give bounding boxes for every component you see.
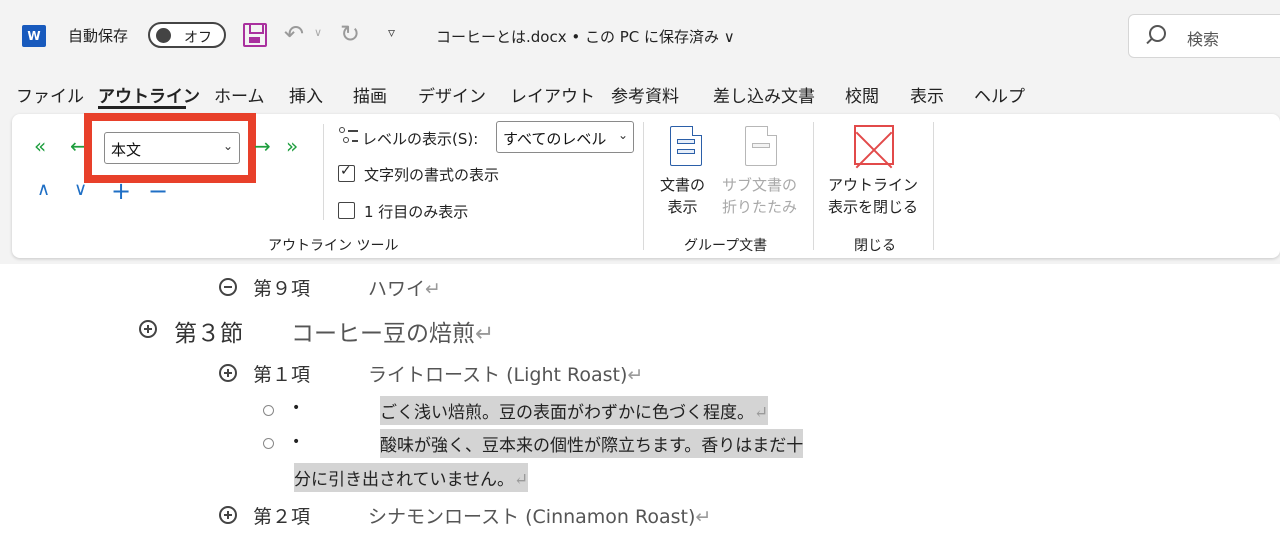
- body-text-line[interactable]: ごく浅い焙煎。豆の表面がわずかに色づく程度。↵: [380, 396, 769, 425]
- show-text-formatting-label: 文字列の書式の表示: [364, 166, 500, 184]
- search-icon: [1149, 25, 1166, 42]
- undo-icon[interactable]: ↶: [284, 20, 304, 48]
- toggle-knob: [156, 28, 171, 43]
- tab-design[interactable]: デザイン: [418, 82, 486, 107]
- search-box[interactable]: 検索: [1128, 14, 1280, 58]
- tab-file[interactable]: ファイル: [16, 82, 84, 107]
- show-level-value: すべてのレベル: [503, 130, 607, 148]
- outline-collapse-symbol-icon[interactable]: [219, 278, 237, 296]
- undo-dropdown-icon[interactable]: ∨: [314, 26, 322, 39]
- show-document-icon[interactable]: [670, 126, 702, 166]
- autosave-label: 自動保存: [68, 27, 129, 45]
- title-bar: W 自動保存 オフ ↶ ∨ ↻ ▿ コーヒーとは.docx • この PC に保…: [0, 0, 1280, 72]
- show-document-label[interactable]: 文書の 表示: [660, 174, 705, 218]
- show-first-line-only-checkbox[interactable]: [338, 202, 355, 219]
- outline-heading-item[interactable]: 第９項 ハワイ↵: [253, 274, 441, 301]
- outline-tools-group-label: アウトライン ツール: [268, 238, 399, 254]
- autosave-state: オフ: [184, 30, 212, 46]
- tab-insert[interactable]: 挿入: [289, 82, 323, 107]
- outline-expand-symbol-icon[interactable]: [139, 320, 157, 338]
- tab-outline[interactable]: アウトライン: [98, 82, 200, 107]
- tab-view[interactable]: 表示: [910, 82, 944, 107]
- tab-help[interactable]: ヘルプ: [974, 82, 1025, 107]
- expand-icon[interactable]: +: [111, 179, 131, 203]
- demote-to-body-icon[interactable]: »: [286, 136, 298, 156]
- customize-qat-icon[interactable]: ▿: [388, 25, 395, 41]
- demote-icon[interactable]: →: [254, 136, 271, 156]
- bullet-icon: •: [292, 400, 301, 416]
- tab-references[interactable]: 参考資料: [611, 82, 679, 107]
- collapse-subdocuments-label: サブ文書の 折りたたみ: [722, 176, 798, 216]
- collapse-subdocuments-icon: [745, 126, 777, 166]
- move-up-icon[interactable]: ∧: [37, 181, 50, 199]
- save-icon[interactable]: [243, 23, 267, 47]
- outline-heading-item[interactable]: 第３節 コーヒー豆の焙煎↵: [174, 314, 494, 348]
- word-icon: W: [22, 25, 46, 47]
- tab-draw[interactable]: 描画: [353, 82, 387, 107]
- group-divider: [933, 122, 934, 250]
- promote-to-heading1-icon[interactable]: «: [34, 136, 46, 156]
- autosave-toggle[interactable]: オフ: [148, 22, 226, 48]
- group-divider: [323, 124, 324, 220]
- redo-icon[interactable]: ↻: [340, 20, 360, 48]
- master-document-group-label: グループ文書: [684, 238, 768, 254]
- move-down-icon[interactable]: ∨: [74, 181, 87, 199]
- body-text-symbol-icon[interactable]: [263, 438, 274, 449]
- active-tab-indicator: [98, 106, 186, 109]
- show-level-icon: [338, 126, 358, 146]
- collapse-icon[interactable]: −: [148, 179, 168, 203]
- body-text-symbol-icon[interactable]: [263, 405, 274, 416]
- close-group-label: 閉じる: [854, 238, 896, 254]
- close-outline-icon[interactable]: [854, 125, 894, 165]
- bullet-icon: •: [292, 434, 301, 450]
- outline-expand-symbol-icon[interactable]: [219, 364, 237, 382]
- outline-expand-symbol-icon[interactable]: [219, 506, 237, 524]
- show-level-label: レベルの表示(S):: [362, 130, 479, 148]
- show-text-formatting-checkbox[interactable]: [338, 163, 355, 182]
- show-first-line-only-label: 1 行目のみ表示: [364, 203, 469, 221]
- ribbon-tabs: ファイル アウトライン ホーム 挿入 描画 デザイン レイアウト 参考資料 差し…: [0, 72, 1280, 112]
- close-outline-label[interactable]: アウトライン 表示を閉じる: [828, 174, 918, 218]
- outline-heading-item[interactable]: 第１項 ライトロースト (Light Roast)↵: [253, 360, 643, 387]
- tab-layout[interactable]: レイアウト: [510, 82, 595, 107]
- outline-heading-item[interactable]: 第２項 シナモンロースト (Cinnamon Roast)↵: [253, 502, 711, 529]
- body-text-line[interactable]: 分に引き出されていません。↵: [294, 463, 529, 492]
- body-text-line[interactable]: 酸味が強く、豆本来の個性が際立ちます。香りはまだ十: [380, 429, 804, 458]
- chevron-down-icon: ⌄: [617, 128, 628, 142]
- tab-review[interactable]: 校閲: [845, 82, 879, 107]
- show-level-select[interactable]: すべてのレベル ⌄: [496, 121, 634, 153]
- group-divider: [643, 122, 644, 250]
- tab-mailings[interactable]: 差し込み文書: [713, 82, 815, 107]
- document-title[interactable]: コーヒーとは.docx • この PC に保存済み ∨: [436, 26, 735, 47]
- highlight-annotation-box: [84, 113, 256, 183]
- group-divider: [813, 122, 814, 250]
- tab-home[interactable]: ホーム: [214, 82, 265, 107]
- search-placeholder: 検索: [1187, 30, 1220, 49]
